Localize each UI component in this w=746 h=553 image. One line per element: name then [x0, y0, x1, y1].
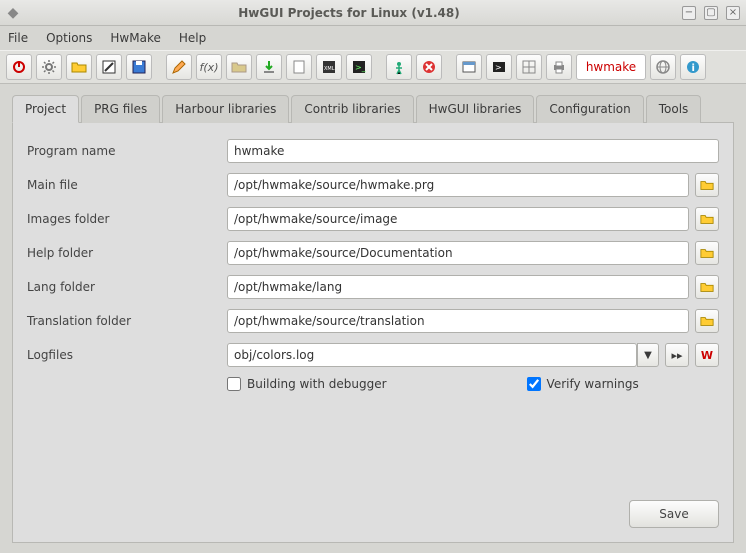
window-icon[interactable]	[456, 54, 482, 80]
pencil-icon[interactable]	[166, 54, 192, 80]
run-icon[interactable]	[386, 54, 412, 80]
program-name-label: Program name	[27, 144, 227, 158]
main-file-browse-button[interactable]	[695, 173, 719, 197]
images-folder-label: Images folder	[27, 212, 227, 226]
lang-folder-browse-button[interactable]	[695, 275, 719, 299]
logfiles-next-button[interactable]: ▸▸	[665, 343, 689, 367]
tab-harbour-libraries[interactable]: Harbour libraries	[162, 95, 289, 123]
power-icon[interactable]	[6, 54, 32, 80]
debugger-label: Building with debugger	[247, 377, 387, 391]
tab-hwgui-libraries[interactable]: HwGUI libraries	[416, 95, 535, 123]
close-icon[interactable]: ×	[726, 6, 740, 20]
fx-icon[interactable]: f(x)	[196, 54, 222, 80]
download-icon[interactable]	[256, 54, 282, 80]
menu-help[interactable]: Help	[179, 31, 206, 45]
logfiles-dropdown-button[interactable]: ▼	[637, 343, 659, 367]
edit-icon[interactable]	[96, 54, 122, 80]
info-icon[interactable]: i	[680, 54, 706, 80]
menu-file[interactable]: File	[8, 31, 28, 45]
translation-folder-browse-button[interactable]	[695, 309, 719, 333]
folder-open-icon[interactable]	[66, 54, 92, 80]
gear-icon[interactable]	[36, 54, 62, 80]
help-folder-browse-button[interactable]	[695, 241, 719, 265]
images-folder-browse-button[interactable]	[695, 207, 719, 231]
grid-icon[interactable]	[516, 54, 542, 80]
save-icon[interactable]	[126, 54, 152, 80]
minimize-icon[interactable]: −	[682, 6, 696, 20]
logfiles-w-button[interactable]: W	[695, 343, 719, 367]
program-name-input[interactable]	[227, 139, 719, 163]
help-folder-input[interactable]	[227, 241, 689, 265]
tab-project[interactable]: Project	[12, 95, 79, 123]
svg-text:XML: XML	[324, 66, 335, 72]
translation-folder-input[interactable]	[227, 309, 689, 333]
app-icon: ◆	[6, 6, 20, 20]
window-title: HwGUI Projects for Linux (v1.48)	[24, 6, 674, 20]
print-icon[interactable]	[546, 54, 572, 80]
tab-prg-files[interactable]: PRG files	[81, 95, 160, 123]
menu-hwmake[interactable]: HwMake	[110, 31, 160, 45]
warnings-label: Verify warnings	[547, 377, 639, 391]
images-folder-input[interactable]	[227, 207, 689, 231]
document-icon[interactable]	[286, 54, 312, 80]
brand-label[interactable]: hwmake	[576, 54, 646, 80]
xml-icon[interactable]: XML	[316, 54, 342, 80]
main-area: Project PRG files Harbour libraries Cont…	[0, 84, 746, 553]
save-button[interactable]: Save	[629, 500, 719, 528]
lang-folder-label: Lang folder	[27, 280, 227, 294]
console-icon[interactable]: >	[486, 54, 512, 80]
menubar: File Options HwMake Help	[0, 26, 746, 50]
lang-folder-input[interactable]	[227, 275, 689, 299]
translation-folder-label: Translation folder	[27, 314, 227, 328]
tab-contrib-libraries[interactable]: Contrib libraries	[291, 95, 413, 123]
help-folder-label: Help folder	[27, 246, 227, 260]
svg-text:>: >	[495, 63, 502, 72]
debugger-checkbox[interactable]	[227, 377, 241, 391]
maximize-icon[interactable]: ▢	[704, 6, 718, 20]
folder-icon[interactable]	[226, 54, 252, 80]
logfiles-label: Logfiles	[27, 348, 227, 362]
menu-options[interactable]: Options	[46, 31, 92, 45]
globe-icon[interactable]	[650, 54, 676, 80]
warnings-checkbox[interactable]	[527, 377, 541, 391]
tab-bar: Project PRG files Harbour libraries Cont…	[12, 94, 734, 123]
toolbar: f(x) XML >_ > hwmake i	[0, 50, 746, 84]
main-file-input[interactable]	[227, 173, 689, 197]
project-panel: Program name Main file Images folder Hel…	[12, 123, 734, 543]
error-icon[interactable]	[416, 54, 442, 80]
tab-configuration[interactable]: Configuration	[536, 95, 643, 123]
terminal-icon[interactable]: >_	[346, 54, 372, 80]
svg-text:i: i	[692, 63, 695, 74]
tab-tools[interactable]: Tools	[646, 95, 702, 123]
logfiles-input[interactable]	[227, 343, 637, 367]
main-file-label: Main file	[27, 178, 227, 192]
titlebar: ◆ HwGUI Projects for Linux (v1.48) − ▢ ×	[0, 0, 746, 26]
svg-text:>_: >_	[355, 63, 367, 72]
